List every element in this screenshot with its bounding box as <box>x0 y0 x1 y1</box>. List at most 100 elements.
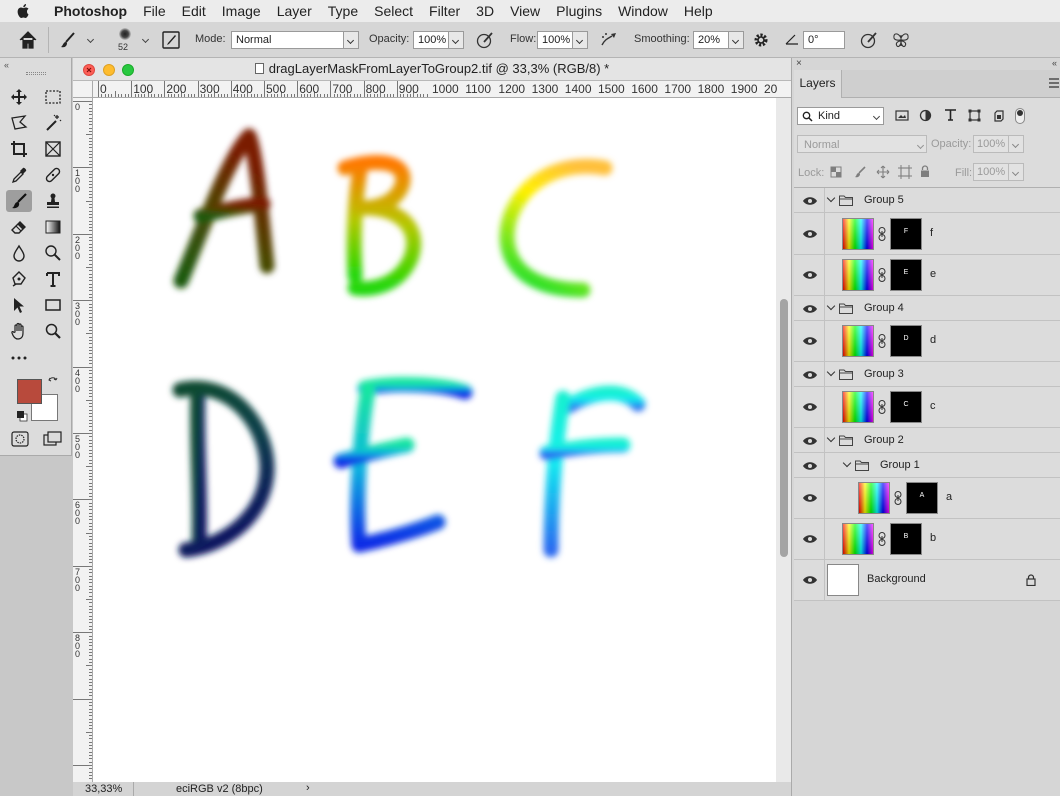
filter-pixel-icon[interactable] <box>895 109 909 122</box>
filter-adjustment-icon[interactable] <box>919 109 932 122</box>
mode-select[interactable]: Normal <box>231 31 344 49</box>
smoothing-dropdown-icon[interactable] <box>729 31 744 49</box>
blur-tool[interactable] <box>6 242 32 264</box>
dodge-tool[interactable] <box>40 242 66 264</box>
eye-icon[interactable] <box>802 270 818 280</box>
brush-tool[interactable] <box>6 190 32 212</box>
layer-thumbnail[interactable] <box>858 482 890 514</box>
brush-size-chevron-icon[interactable] <box>141 34 151 44</box>
more-tools[interactable] <box>6 346 32 368</box>
path-selection-tool[interactable] <box>6 294 32 316</box>
clone-stamp-tool[interactable] <box>40 190 66 212</box>
filter-type-icon[interactable] <box>944 108 957 122</box>
blend-mode-select[interactable]: Normal <box>797 135 927 153</box>
fill-dropdown-icon[interactable] <box>1009 163 1024 181</box>
layer-row-d[interactable]: D d <box>794 321 1060 362</box>
layer-thumbnail[interactable] <box>842 325 874 357</box>
screen-mode-icon[interactable] <box>43 431 63 447</box>
mask-link-chain-icon[interactable] <box>878 400 886 414</box>
layer-thumbnail[interactable] <box>842 391 874 423</box>
vertical-scroll-thumb[interactable] <box>780 299 788 557</box>
apple-menu-icon[interactable] <box>0 3 46 19</box>
menu-select[interactable]: Select <box>366 3 421 19</box>
menu-edit[interactable]: Edit <box>174 3 214 19</box>
vertical-ruler[interactable]: 0 100 200 300 400 500 600 700 800 <box>73 98 93 783</box>
canvas[interactable] <box>93 98 776 783</box>
layer-thumbnail[interactable] <box>842 259 874 291</box>
layer-row-f[interactable]: F f <box>794 213 1060 255</box>
lock-all-icon[interactable] <box>920 165 930 178</box>
gear-icon[interactable] <box>752 31 770 49</box>
layer-row-background[interactable]: Background <box>794 560 1060 601</box>
close-window-button[interactable] <box>83 64 95 76</box>
home-icon[interactable] <box>17 30 39 50</box>
eye-icon[interactable] <box>802 196 818 206</box>
minimize-window-button[interactable] <box>103 64 115 76</box>
brush-settings-panel-icon[interactable] <box>161 30 181 50</box>
magic-wand-tool[interactable] <box>40 112 66 134</box>
collapse-tools-icon[interactable]: « <box>4 60 9 70</box>
layer-thumbnail[interactable] <box>842 523 874 555</box>
menu-plugins[interactable]: Plugins <box>548 3 610 19</box>
eraser-tool[interactable] <box>6 216 32 238</box>
layer-row-group-4[interactable]: Group 4 <box>794 296 1060 321</box>
eye-icon[interactable] <box>802 229 818 239</box>
quick-mask-icon[interactable] <box>11 431 29 447</box>
layer-row-b[interactable]: B b <box>794 519 1060 560</box>
layer-row-e[interactable]: E e <box>794 255 1060 296</box>
group-expand-chevron-icon[interactable] <box>842 459 852 469</box>
mode-dropdown-icon[interactable] <box>344 31 359 49</box>
panel-grip[interactable] <box>26 72 46 75</box>
brush-tool-preset-icon[interactable] <box>58 30 80 50</box>
eye-icon[interactable] <box>802 461 818 471</box>
layer-row-group-3[interactable]: Group 3 <box>794 362 1060 387</box>
mask-link-chain-icon[interactable] <box>878 268 886 282</box>
move-tool[interactable] <box>6 86 32 108</box>
eye-icon[interactable] <box>802 436 818 446</box>
angle-field[interactable]: 0° <box>803 31 845 49</box>
eye-icon[interactable] <box>802 336 818 346</box>
pen-tool[interactable] <box>6 268 32 290</box>
fill-field[interactable]: 100% <box>973 163 1009 181</box>
hand-tool[interactable] <box>6 320 32 342</box>
lock-artboard-icon[interactable] <box>898 165 912 179</box>
lock-transparent-icon[interactable] <box>830 166 842 178</box>
panel-menu-icon[interactable] <box>1048 78 1060 88</box>
menu-type[interactable]: Type <box>320 3 366 19</box>
airbrush-icon[interactable] <box>599 30 619 50</box>
menu-3d[interactable]: 3D <box>468 3 502 19</box>
eye-icon[interactable] <box>802 370 818 380</box>
layer-mask-thumbnail[interactable]: D <box>890 325 922 357</box>
opacity-dropdown-icon[interactable] <box>449 31 464 49</box>
layer-thumbnail[interactable] <box>842 218 874 250</box>
brush-tip-preview[interactable] <box>114 26 136 42</box>
lock-pixels-brush-icon[interactable] <box>854 166 866 178</box>
menu-filter[interactable]: Filter <box>421 3 468 19</box>
mask-link-chain-icon[interactable] <box>878 227 886 241</box>
flow-field[interactable]: 100% <box>537 31 573 49</box>
layer-mask-thumbnail[interactable]: C <box>890 391 922 423</box>
layer-mask-thumbnail[interactable]: B <box>890 523 922 555</box>
tab-layers[interactable]: Layers <box>794 70 842 98</box>
eyedropper-tool[interactable] <box>6 164 32 186</box>
type-tool[interactable] <box>40 268 66 290</box>
close-panel-icon[interactable]: × <box>796 58 802 69</box>
smoothing-field[interactable]: 20% <box>693 31 729 49</box>
ruler-origin[interactable] <box>73 81 93 98</box>
opacity-field[interactable]: 100% <box>413 31 449 49</box>
rectangle-tool[interactable] <box>40 294 66 316</box>
layer-row-group-5[interactable]: Group 5 <box>794 188 1060 213</box>
menu-layer[interactable]: Layer <box>269 3 320 19</box>
layer-row-group-2[interactable]: Group 2 <box>794 428 1060 453</box>
marquee-tool[interactable] <box>40 86 66 108</box>
foreground-color-swatch[interactable] <box>17 379 42 404</box>
app-menu[interactable]: Photoshop <box>46 3 135 19</box>
flow-dropdown-icon[interactable] <box>573 31 588 49</box>
group-expand-chevron-icon[interactable] <box>826 302 836 312</box>
mask-link-chain-icon[interactable] <box>894 491 902 505</box>
zoom-level[interactable]: 33,33% <box>85 783 122 795</box>
eye-icon[interactable] <box>802 304 818 314</box>
lock-icon[interactable] <box>1026 574 1036 586</box>
mask-link-chain-icon[interactable] <box>878 532 886 546</box>
swap-colors-icon[interactable] <box>47 376 59 388</box>
